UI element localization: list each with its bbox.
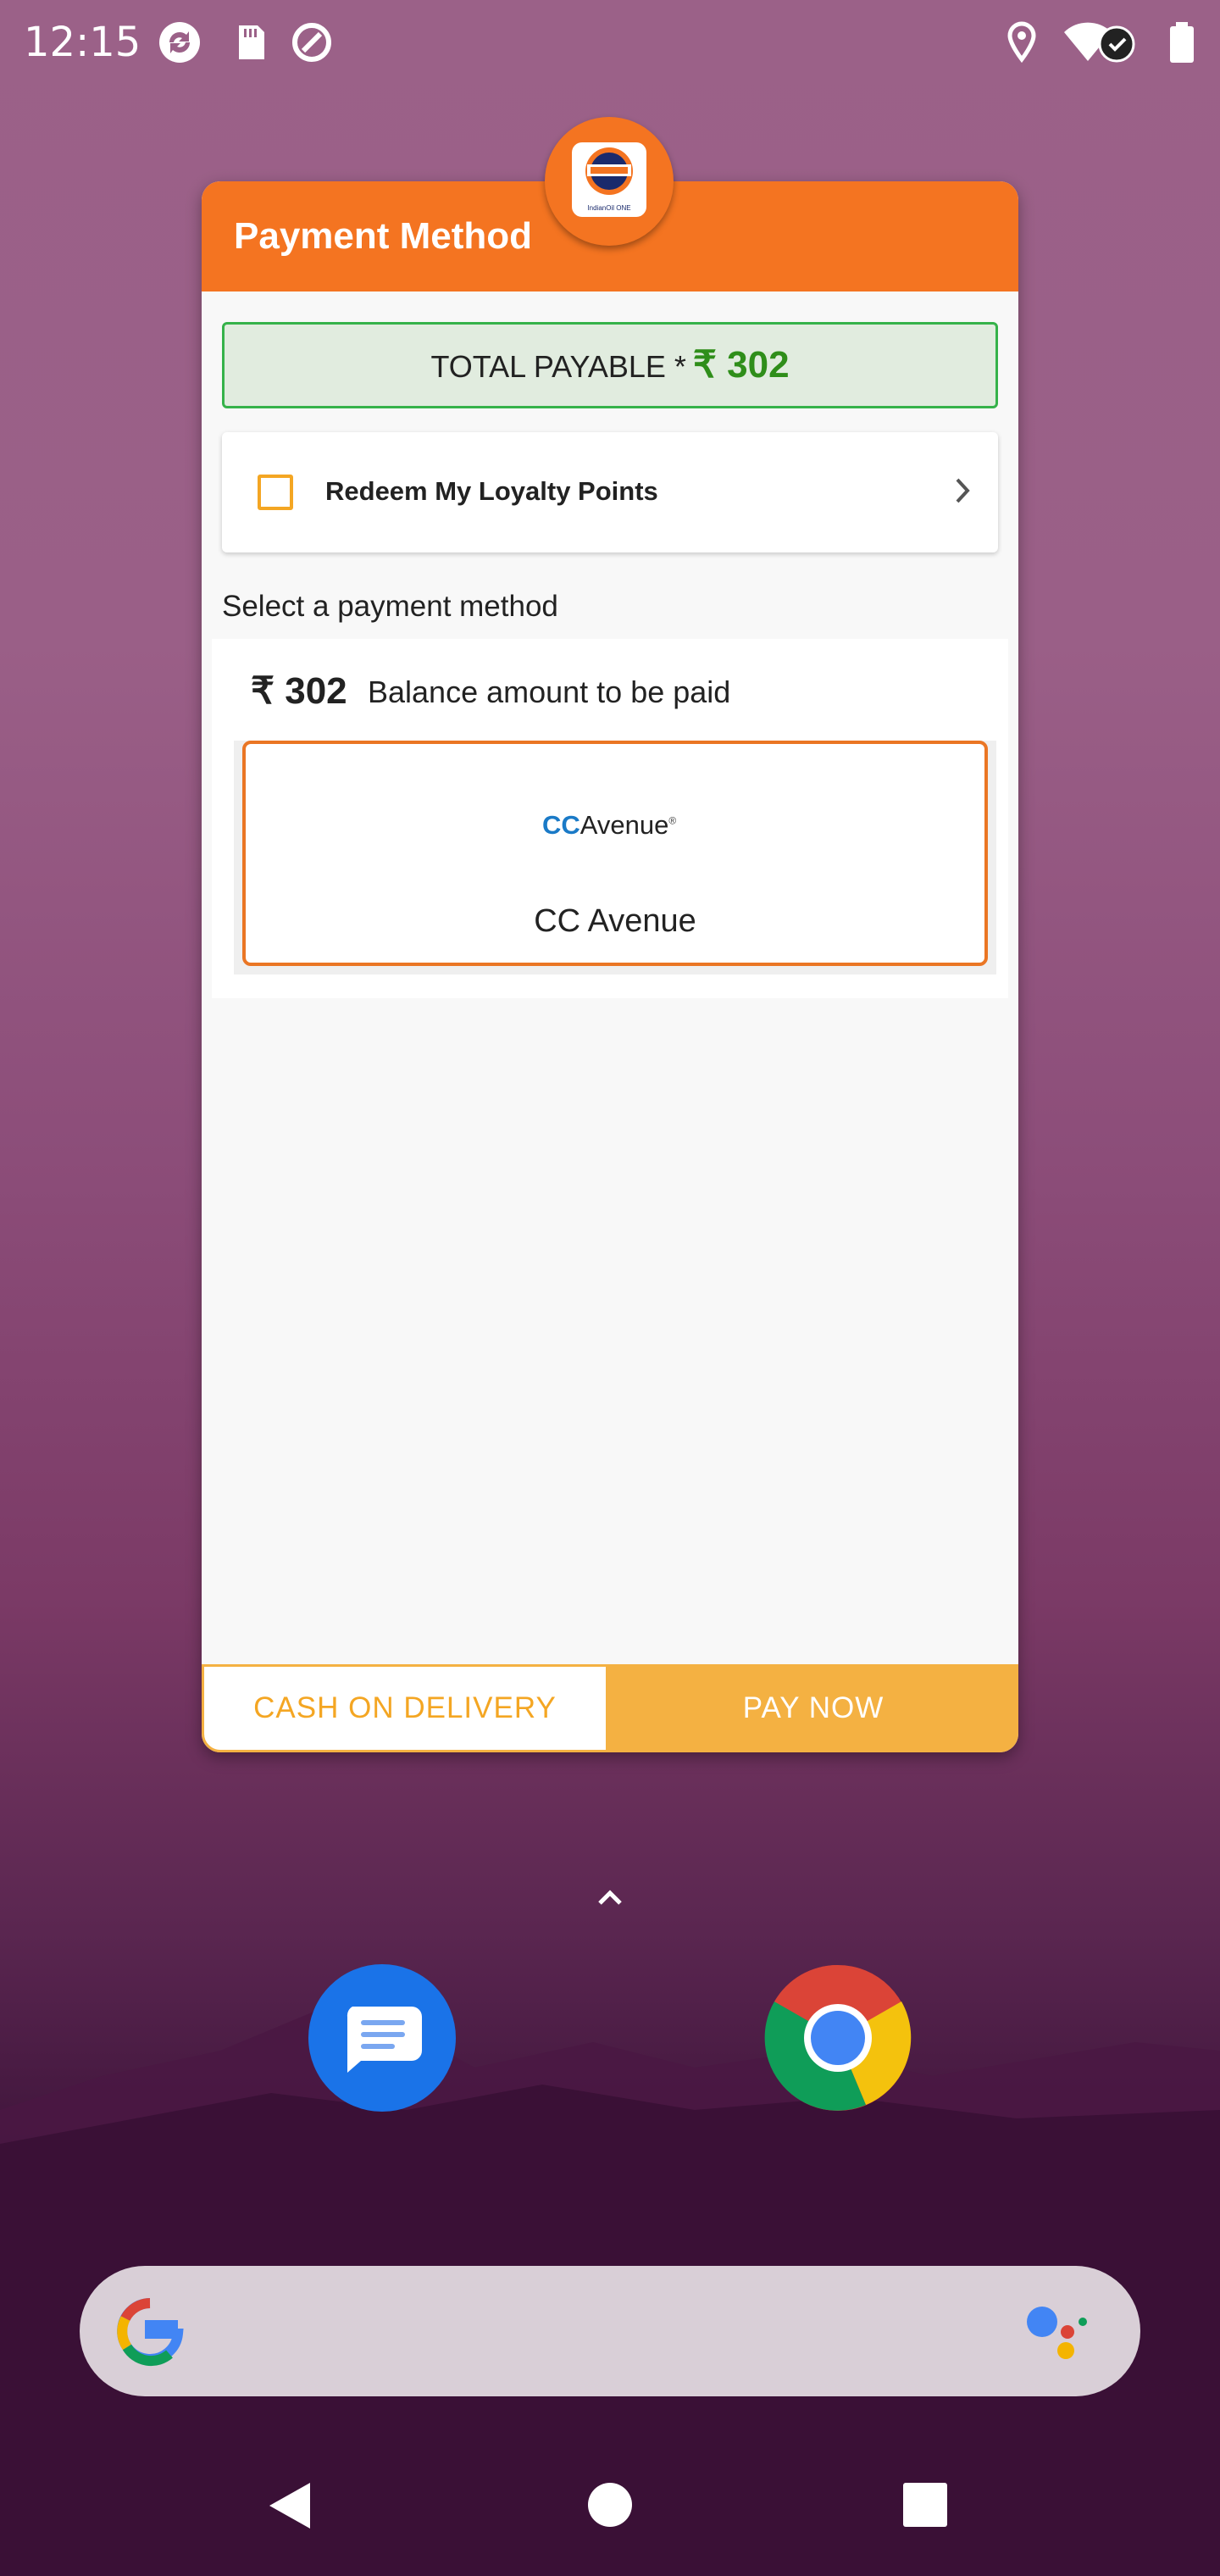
ccavenue-option[interactable]: CCAvenue® CC Avenue: [242, 741, 988, 966]
payment-dialog: Payment Method IndianOil ONE TOTAL PAYAB…: [202, 117, 1018, 1752]
status-time: 12:15: [24, 19, 141, 66]
sd-card-icon: [239, 25, 264, 59]
ccavenue-logo-reg: ®: [668, 814, 677, 827]
chrome-icon: [764, 1964, 912, 2111]
chevron-right-icon: [956, 478, 970, 503]
vpn-icon: [292, 23, 331, 62]
pay-now-button[interactable]: PAY NOW: [608, 1664, 1018, 1752]
battery-icon: [1170, 22, 1194, 63]
indianoil-logo-badge: IndianOil ONE: [545, 117, 674, 246]
status-bar: 12:15: [0, 0, 1220, 85]
app-drawer-up-icon[interactable]: [591, 1885, 629, 1910]
sync-icon: [159, 22, 200, 63]
google-search-bar[interactable]: [80, 2266, 1140, 2396]
indianoil-logo-icon: [585, 147, 633, 195]
navigation-bar: [0, 2457, 1220, 2576]
loyalty-label: Redeem My Loyalty Points: [325, 476, 658, 506]
home-icon[interactable]: [585, 2479, 635, 2530]
location-icon: [1007, 21, 1036, 64]
ccavenue-name: CC Avenue: [534, 903, 696, 939]
total-payable-amount: ₹ 302: [692, 344, 790, 386]
payment-options-panel: ₹ 302 Balance amount to be paid CCAvenue…: [212, 639, 1008, 998]
indianoil-logo: IndianOil ONE: [572, 142, 646, 217]
google-g-icon: [117, 2298, 184, 2367]
dialog-title: Payment Method: [234, 215, 533, 257]
cash-on-delivery-button[interactable]: CASH ON DELIVERY: [202, 1664, 608, 1752]
loyalty-checkbox[interactable]: [258, 475, 293, 510]
messages-app-icon[interactable]: [308, 1964, 456, 2112]
logo-caption: IndianOil ONE: [587, 204, 631, 212]
select-payment-label: Select a payment method: [222, 590, 558, 623]
total-payable-label: TOTAL PAYABLE *: [430, 349, 686, 384]
messages-bubble-icon: [347, 2007, 422, 2073]
dialog-footer: CASH ON DELIVERY PAY NOW: [202, 1664, 1018, 1752]
redeem-loyalty-row[interactable]: Redeem My Loyalty Points: [222, 432, 998, 552]
chrome-app-icon[interactable]: [764, 1964, 912, 2112]
total-payable-box: TOTAL PAYABLE * ₹ 302: [222, 322, 998, 408]
assistant-icon[interactable]: [1020, 2298, 1096, 2366]
balance-label: Balance amount to be paid: [368, 675, 731, 709]
ccavenue-logo-cc: CC: [542, 810, 580, 840]
ccavenue-logo: CCAvenue®: [542, 810, 676, 841]
balance-amount: ₹ 302: [251, 670, 347, 712]
ccavenue-logo-avenue: Avenue: [580, 810, 669, 840]
back-icon[interactable]: [263, 2478, 319, 2534]
wifi-icon: [1064, 22, 1135, 63]
recents-icon[interactable]: [901, 2481, 949, 2529]
